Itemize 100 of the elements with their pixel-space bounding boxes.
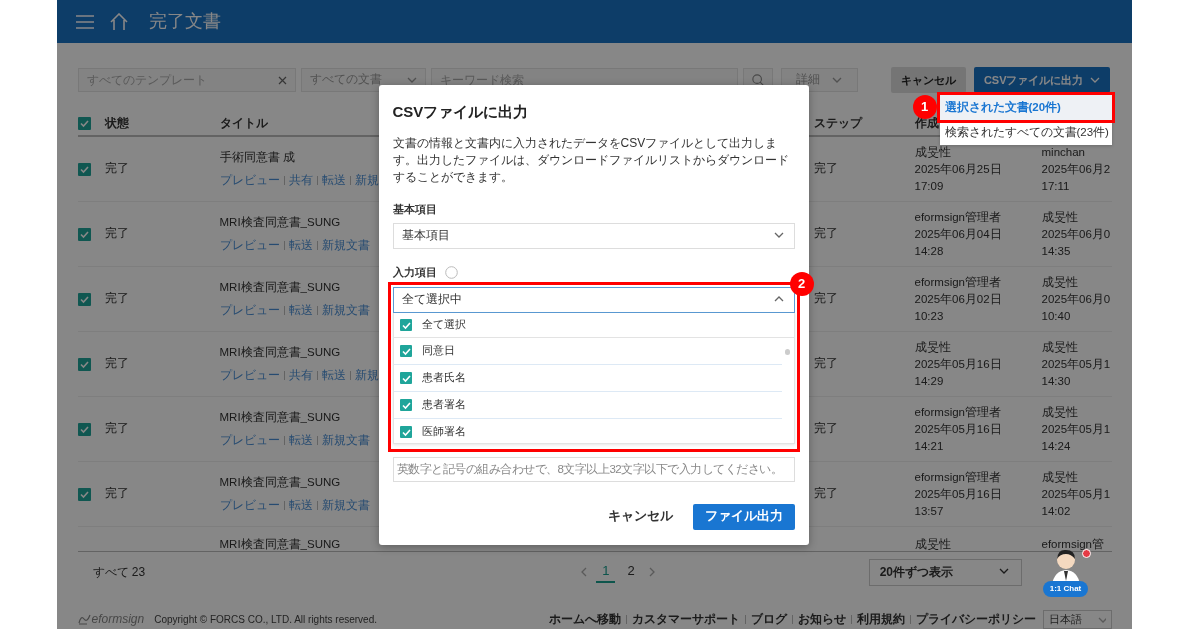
- action-link[interactable]: プレビュー: [219, 301, 280, 320]
- menu-icon[interactable]: [74, 13, 95, 30]
- signature-icon: [77, 613, 92, 625]
- caret-down-icon: [406, 75, 417, 85]
- export-button[interactable]: CSVファイルに出力: [973, 67, 1110, 93]
- caret-down-icon: [1097, 615, 1106, 623]
- action-link[interactable]: 転送: [288, 301, 313, 320]
- checkbox[interactable]: [77, 487, 91, 501]
- action-link[interactable]: 新規: [354, 171, 379, 190]
- page-size-select[interactable]: 20件ずつ表示: [868, 558, 1022, 586]
- checkbox[interactable]: [77, 162, 91, 176]
- option-label[interactable]: 患者氏名: [421, 369, 466, 386]
- footer-link[interactable]: ブログ: [750, 610, 787, 628]
- footer-link[interactable]: カスタマーサポート: [631, 610, 740, 628]
- action-link[interactable]: 新規文書: [321, 431, 370, 450]
- brand-logo: eformsign: [91, 611, 145, 628]
- cell-text: 2025年05月1: [1041, 356, 1112, 372]
- action-link[interactable]: 共有: [288, 171, 313, 190]
- column-header: ステップ: [813, 116, 862, 129]
- cell-text: 成旻性: [1041, 209, 1079, 225]
- action-link[interactable]: プレビュー: [219, 431, 280, 450]
- step-text: 完了: [813, 162, 838, 175]
- cell-text: 成旻性: [1041, 404, 1079, 420]
- cell-text: 14:24: [1041, 438, 1072, 454]
- cell-text: 2025年05月1: [1041, 486, 1112, 502]
- cell-text: 14:30: [1041, 373, 1072, 389]
- creator-text: eformsign管理者: [914, 404, 1002, 420]
- footer-link[interactable]: 利用規約: [856, 610, 905, 628]
- creator-text: eformsign管理者: [914, 209, 1002, 225]
- action-link[interactable]: プレビュー: [219, 366, 280, 385]
- creator-text: 2025年05月16日: [914, 486, 1003, 502]
- status-text: 完了: [104, 357, 129, 370]
- cell-text: 成旻性: [1041, 339, 1079, 355]
- action-link[interactable]: 新規: [354, 366, 379, 385]
- checkbox[interactable]: [77, 422, 91, 436]
- checkbox[interactable]: [77, 292, 91, 306]
- scrollbar-thumb: [784, 348, 790, 355]
- action-link[interactable]: 新規文書: [321, 236, 370, 255]
- dialog-title: CSVファイルに出力: [392, 102, 530, 122]
- chat-button[interactable]: 1:1 Chat: [1042, 581, 1089, 597]
- document-title: MRI検査同意書_SUNG: [219, 474, 341, 490]
- status-text: 完了: [104, 162, 129, 175]
- total-count: すべて 23: [92, 564, 146, 581]
- language-select[interactable]: 日本語: [1042, 609, 1112, 629]
- creator-text: 成旻性: [914, 144, 952, 160]
- caret-down-icon: [1089, 75, 1100, 85]
- status-text: 完了: [104, 292, 129, 305]
- checkbox[interactable]: [399, 425, 412, 438]
- checkbox[interactable]: [399, 371, 412, 384]
- action-link[interactable]: 転送: [321, 366, 346, 385]
- status-text: 完了: [104, 487, 129, 500]
- step-text: 完了: [813, 292, 838, 305]
- action-link[interactable]: プレビュー: [219, 171, 280, 190]
- option-label[interactable]: 同意日: [421, 342, 455, 359]
- home-icon[interactable]: [108, 12, 129, 31]
- cancel-button[interactable]: キャンセル: [890, 67, 966, 93]
- action-link[interactable]: 転送: [321, 171, 346, 190]
- basic-items-select[interactable]: 基本項目: [392, 223, 795, 249]
- page-link[interactable]: 1: [596, 561, 616, 583]
- action-link[interactable]: プレビュー: [219, 236, 280, 255]
- footer-link[interactable]: お知らせ: [797, 610, 846, 628]
- cancel-button[interactable]: キャンセル: [601, 506, 679, 527]
- input-items-select[interactable]: 全て選択中: [392, 286, 795, 313]
- option-label[interactable]: 医師署名: [421, 423, 466, 440]
- action-link[interactable]: 転送: [288, 236, 313, 255]
- option-label[interactable]: 全て選択: [421, 316, 466, 333]
- password-field[interactable]: 英数字と記号の組み合わせで、8文字以上32文字以下で入力してください。: [392, 456, 795, 482]
- checkbox[interactable]: [77, 117, 91, 130]
- checkbox[interactable]: [77, 357, 91, 371]
- checkbox[interactable]: [77, 227, 91, 241]
- status-text: 完了: [104, 422, 129, 435]
- action-link[interactable]: 共有: [288, 366, 313, 385]
- column-header: タイトル: [219, 116, 268, 129]
- action-link[interactable]: 新規文書: [321, 301, 370, 320]
- action-link[interactable]: 転送: [288, 431, 313, 450]
- creator-text: 14:29: [914, 373, 945, 389]
- cell-text: 2025年06月0: [1041, 291, 1112, 307]
- creator-text: 2025年06月25日: [914, 161, 1003, 177]
- action-link[interactable]: プレビュー: [219, 496, 280, 515]
- action-link[interactable]: 転送: [288, 496, 313, 515]
- document-title: 手術同意書 成: [219, 149, 295, 165]
- creator-text: 2025年06月02日: [914, 291, 1003, 307]
- cell-text: minchan: [1041, 144, 1086, 160]
- export-file-button[interactable]: ファイル出力: [692, 503, 795, 530]
- checkbox[interactable]: [399, 398, 412, 411]
- creator-text: 17:09: [914, 178, 945, 194]
- checkbox[interactable]: [399, 318, 412, 331]
- footer-link[interactable]: プライバシーポリシー: [915, 610, 1036, 628]
- search-icon: [751, 73, 764, 87]
- column-header: 状態: [104, 116, 129, 129]
- footer-link[interactable]: ホームへ移動: [548, 610, 621, 628]
- menu-item[interactable]: 検索されたすべての文書(23件): [939, 120, 1112, 145]
- checkbox[interactable]: [399, 344, 412, 357]
- page-link[interactable]: 2: [621, 561, 641, 583]
- option-label[interactable]: 患者署名: [421, 396, 466, 413]
- close-icon[interactable]: [277, 76, 287, 85]
- action-link[interactable]: 新規文書: [321, 496, 370, 515]
- field-label: 入力項目: [392, 265, 437, 280]
- creator-text: eformsign管理者: [914, 469, 1002, 485]
- menu-item[interactable]: 選択された文書(20件): [939, 95, 1112, 120]
